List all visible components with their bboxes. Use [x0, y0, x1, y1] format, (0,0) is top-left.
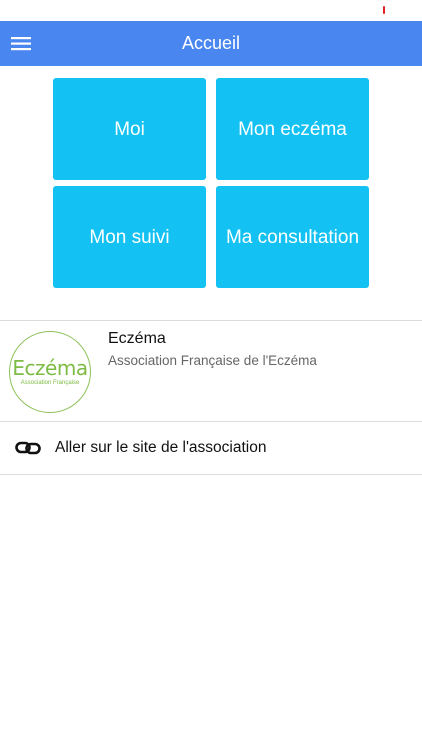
- tile-mon-suivi-button[interactable]: Mon suivi: [53, 186, 206, 288]
- tile-label: Moi: [114, 118, 145, 140]
- association-card[interactable]: Eczéma Association Française Eczéma Asso…: [0, 321, 422, 421]
- logo-subtitle: Association Française: [20, 380, 80, 386]
- menu-button[interactable]: [8, 30, 36, 58]
- tile-moi-button[interactable]: Moi: [53, 78, 206, 180]
- association-description: Association Française de l'Eczéma: [108, 353, 317, 368]
- association-name: Eczéma: [108, 330, 166, 347]
- app-header: Accueil: [0, 21, 422, 66]
- tile-label: Mon eczéma: [238, 118, 347, 140]
- hamburger-menu-icon: [11, 37, 31, 51]
- tile-ma-consultation-button[interactable]: Ma consultation: [216, 186, 369, 288]
- tile-label: Ma consultation: [225, 226, 360, 248]
- battery-indicator-icon: [383, 6, 385, 14]
- tile-mon-eczema-button[interactable]: Mon eczéma: [216, 78, 369, 180]
- link-chain-icon: [15, 440, 41, 456]
- logo-word: Eczéma: [12, 356, 88, 380]
- status-bar: [0, 0, 422, 21]
- association-logo: Eczéma Association Française: [9, 331, 91, 413]
- page-title: Accueil: [181, 33, 241, 53]
- tile-label: Mon suivi: [89, 226, 170, 248]
- association-site-link[interactable]: Aller sur le site de l'association: [0, 422, 422, 474]
- divider: [0, 474, 422, 475]
- site-link-label: Aller sur le site de l'association: [55, 439, 267, 456]
